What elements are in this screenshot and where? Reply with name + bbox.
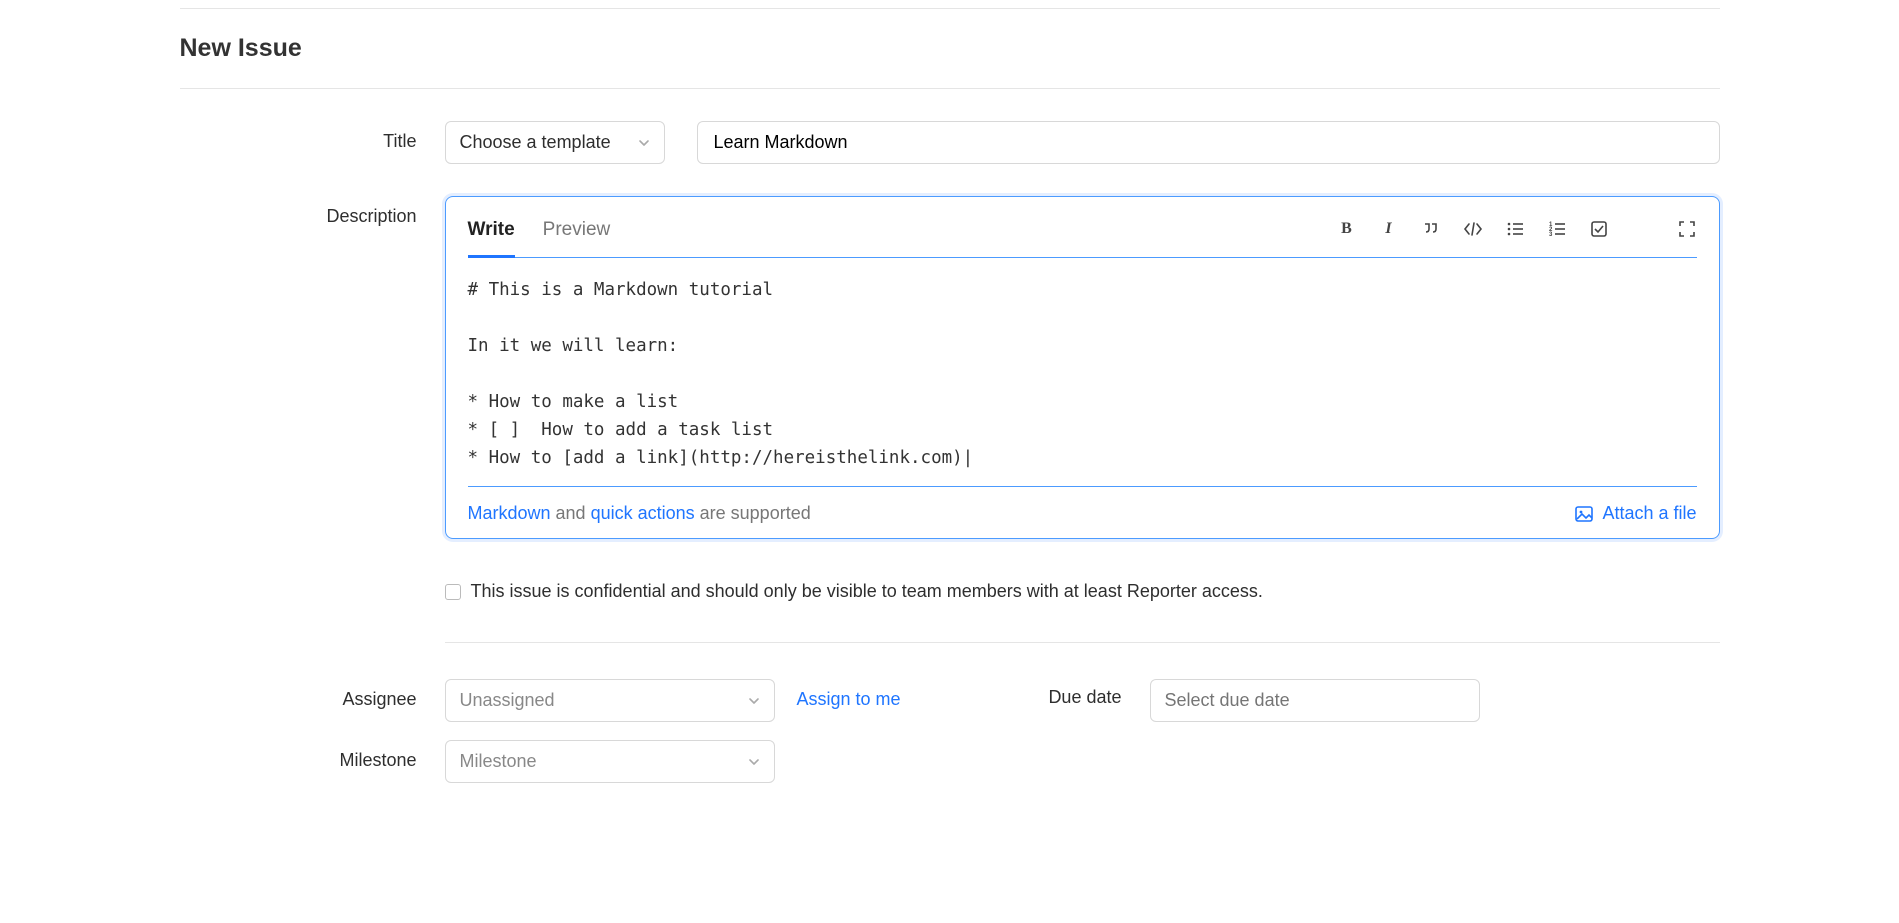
milestone-value: Milestone xyxy=(460,751,537,772)
assignee-value: Unassigned xyxy=(460,690,555,711)
task-list-button[interactable] xyxy=(1589,219,1609,239)
bold-button[interactable]: B xyxy=(1337,219,1357,239)
assign-to-me-link[interactable]: Assign to me xyxy=(775,679,901,722)
chevron-down-icon xyxy=(748,756,760,768)
template-select-value: Choose a template xyxy=(460,132,611,153)
page-title: New Issue xyxy=(180,9,1720,89)
milestone-label: Milestone xyxy=(180,740,445,771)
italic-button[interactable]: I xyxy=(1379,219,1399,239)
title-input[interactable] xyxy=(697,121,1720,164)
template-select[interactable]: Choose a template xyxy=(445,121,665,164)
unordered-list-button[interactable] xyxy=(1505,219,1525,239)
tab-write[interactable]: Write xyxy=(468,201,515,258)
footer-supported: are supported xyxy=(695,503,811,523)
due-date-input[interactable] xyxy=(1150,679,1480,722)
chevron-down-icon xyxy=(748,695,760,707)
quick-actions-link[interactable]: quick actions xyxy=(591,503,695,523)
description-editor: Write Preview B I xyxy=(445,196,1720,539)
image-icon xyxy=(1574,504,1594,524)
attach-file-label: Attach a file xyxy=(1602,503,1696,524)
ordered-list-button[interactable]: 123 xyxy=(1547,219,1567,239)
confidential-checkbox[interactable] xyxy=(445,584,461,600)
quote-button[interactable] xyxy=(1421,219,1441,239)
chevron-down-icon xyxy=(638,137,650,149)
assignee-select[interactable]: Unassigned xyxy=(445,679,775,722)
tab-preview[interactable]: Preview xyxy=(543,201,611,257)
due-date-label: Due date xyxy=(950,679,1150,722)
title-label: Title xyxy=(180,121,445,152)
svg-text:3: 3 xyxy=(1549,232,1553,238)
markdown-link[interactable]: Markdown xyxy=(468,503,551,523)
fullscreen-button[interactable] xyxy=(1677,219,1697,239)
footer-and: and xyxy=(551,503,591,523)
milestone-select[interactable]: Milestone xyxy=(445,740,775,783)
code-button[interactable] xyxy=(1463,219,1483,239)
description-textarea[interactable]: # This is a Markdown tutorial In it we w… xyxy=(468,258,1697,487)
editor-footer-text: Markdown and quick actions are supported xyxy=(468,503,811,524)
description-label: Description xyxy=(180,196,445,227)
confidential-label: This issue is confidential and should on… xyxy=(471,581,1263,602)
assignee-label: Assignee xyxy=(180,679,445,722)
attach-file-button[interactable]: Attach a file xyxy=(1574,503,1696,524)
